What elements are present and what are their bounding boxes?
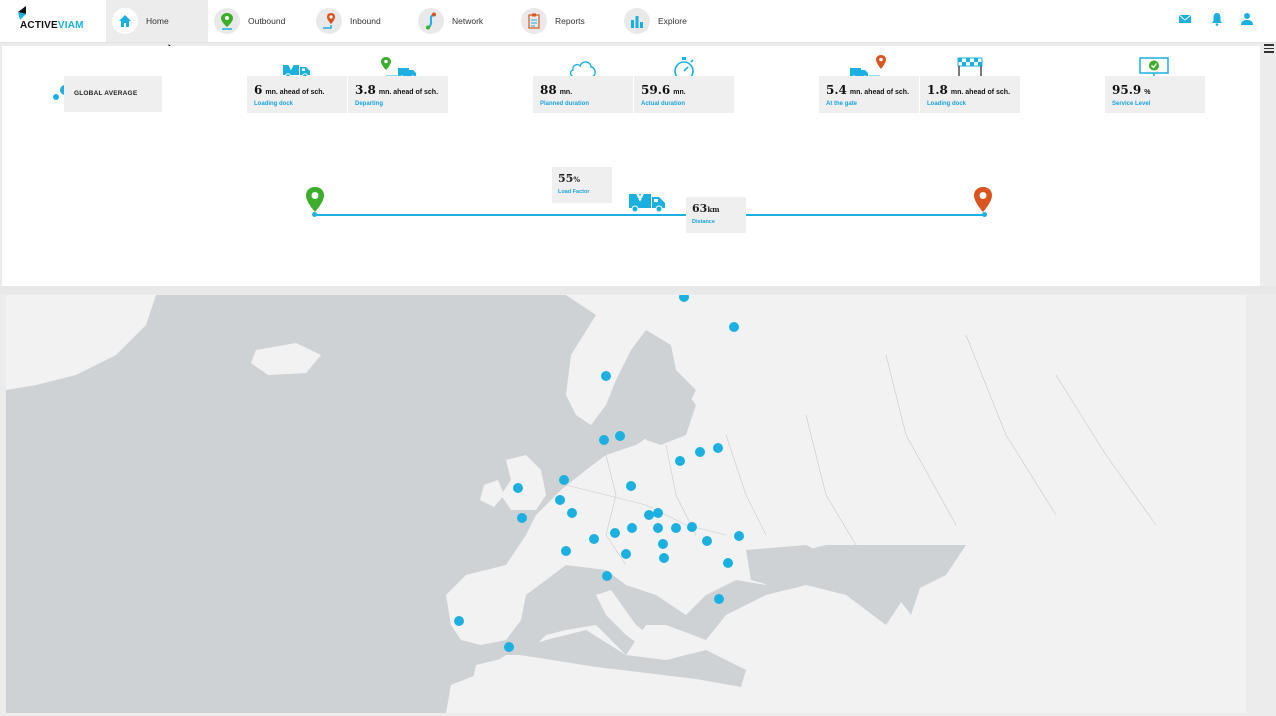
kpi-planned-duration[interactable]: 88 mn. Planned duration [533,76,633,113]
site-marker[interactable] [723,558,733,568]
site-marker[interactable] [671,523,681,533]
kpi-value: 95.9% [1112,83,1151,97]
global-average-label: GLOBAL AVERAGE [74,90,138,97]
route-line [314,214,986,216]
site-marker[interactable] [559,475,569,485]
user-icon[interactable] [1240,12,1256,28]
site-marker[interactable] [644,510,654,520]
site-marker[interactable] [555,495,565,505]
kpi-value: 6 mn. ahead of sch. [254,83,325,97]
site-marker[interactable] [504,642,514,652]
load-factor-value: 55% [558,172,580,185]
site-marker[interactable] [687,522,697,532]
kpi-label: Service Level [1112,101,1151,107]
distance-label: Distance [692,219,715,225]
site-marker[interactable] [675,456,685,466]
kpi-value: 59.6 mn. [641,83,686,97]
kpi-label: Departing [355,101,384,107]
activeviam-logo[interactable]: ACTIVEVIAM [16,6,86,34]
bar-chart-icon [624,8,650,34]
site-marker[interactable] [658,539,668,549]
nav-outbound[interactable]: Outbound [214,0,285,42]
nav-explore-label: Explore [658,16,687,26]
site-marker[interactable] [599,435,609,445]
kpi-value: 88 mn. [540,83,573,97]
nav-home-label: Home [146,16,169,26]
site-marker[interactable] [627,523,637,533]
home-icon [112,8,138,34]
kpi-label: Actual duration [641,101,686,107]
mail-icon[interactable] [1178,12,1194,28]
kpi-departing[interactable]: 3.8 mn. ahead of sch. Departing [348,76,448,113]
outbound-pin-icon [214,8,240,34]
nav-network-label: Network [452,16,484,26]
kpi-at-the-gate[interactable]: 5.4 mn. ahead of sch. At the gate [819,76,919,113]
kpi-panel: GLOBAL AVERAGE 6 mn. ahead of sch. Loadin… [2,46,1260,286]
nav-inbound[interactable]: Inbound [316,0,381,42]
bell-icon[interactable] [1210,12,1226,28]
load-factor-label: Load Factor [558,189,590,195]
kpi-loading-dock-inbound[interactable]: 1.8 mn. ahead of sch. Loading dock [920,76,1020,113]
kpi-service-level[interactable]: 95.9% Service Level [1105,76,1205,113]
site-marker[interactable] [610,528,620,538]
kpi-value: 1.8 mn. ahead of sch. [927,83,1011,97]
site-marker[interactable] [702,536,712,546]
site-marker[interactable] [513,483,523,493]
site-marker[interactable] [589,534,599,544]
distance-value: 63km [692,202,720,215]
origin-pin-icon[interactable] [304,186,326,214]
nav-explore[interactable]: Explore [624,0,687,42]
top-navigation-bar: ACTIVEVIAM Home Outbound Inbound Network… [0,0,1276,43]
site-marker[interactable] [734,531,744,541]
site-marker[interactable] [567,508,577,518]
inbound-pin-icon [316,8,342,34]
kpi-value: 3.8 mn. ahead of sch. [355,83,439,97]
site-marker[interactable] [561,546,571,556]
site-marker[interactable] [621,549,631,559]
nav-outbound-label: Outbound [248,16,286,26]
site-marker[interactable] [601,371,611,381]
reports-icon [521,8,547,34]
kpi-value: 5.4 mn. ahead of sch. [826,83,910,97]
nav-reports[interactable]: Reports [521,0,585,42]
site-marker[interactable] [714,594,724,604]
destination-pin-icon[interactable] [972,186,994,214]
site-marker[interactable] [653,523,663,533]
kpi-label: Loading dock [254,101,293,107]
map-canvas [6,295,1246,713]
nav-inbound-label: Inbound [350,16,381,26]
section-divider [0,286,1276,294]
kpi-loading-dock-outbound[interactable]: 6 mn. ahead of sch. Loading dock [247,76,347,113]
site-marker[interactable] [626,481,636,491]
site-marker[interactable] [602,571,612,581]
logo-wordmark: ACTIVEVIAM [20,20,84,31]
nav-reports-label: Reports [555,16,585,26]
truck-in-transit-icon [629,190,665,213]
network-icon [418,8,444,34]
nav-network[interactable]: Network [418,0,483,42]
kpi-label: Planned duration [540,101,590,107]
site-marker[interactable] [615,431,625,441]
nav-home[interactable]: Home [106,0,208,42]
site-marker[interactable] [454,616,464,626]
site-marker[interactable] [695,447,705,457]
europe-map[interactable] [6,295,1246,713]
site-marker[interactable] [659,553,669,563]
hamburger-menu-icon[interactable] [1264,44,1274,54]
kpi-label: Loading dock [927,101,966,107]
kpi-actual-duration[interactable]: 59.6 mn. Actual duration [634,76,734,113]
kpi-label: At the gate [826,101,858,107]
site-marker[interactable] [729,322,739,332]
distance-box[interactable]: 63km Distance [686,197,746,233]
global-average-box[interactable]: GLOBAL AVERAGE [64,76,162,112]
site-marker[interactable] [653,508,663,518]
load-factor-box[interactable]: 55% Load Factor [552,167,612,203]
site-marker[interactable] [713,443,723,453]
site-marker[interactable] [517,513,527,523]
